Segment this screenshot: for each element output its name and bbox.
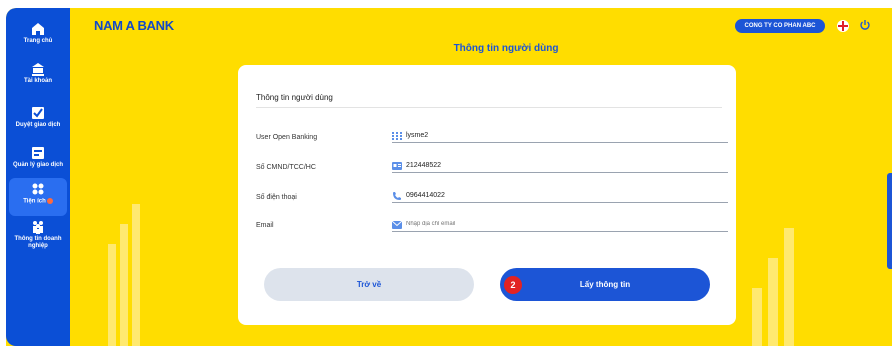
side-panel-tab[interactable] (887, 173, 892, 269)
flag-icon[interactable] (837, 20, 849, 32)
email-field[interactable] (392, 220, 728, 232)
sidebar-item-business-info[interactable]: Thông tin doanh nghiệp (9, 216, 67, 260)
back-button[interactable]: Trở về (264, 268, 474, 301)
section-title: Thông tin người dùng (256, 93, 333, 102)
bank-logo[interactable]: NAM A BANK (94, 18, 174, 33)
step-badge: 2 (504, 276, 522, 294)
decorative-bars-left (108, 204, 140, 346)
company-badge[interactable]: CONG TY CO PHAN ABC (735, 19, 825, 33)
manage-icon (32, 147, 44, 159)
sidebar-item-manage[interactable]: Quản lý giao dịch (9, 142, 67, 180)
sidebar-item-label: Tiện ích (23, 198, 46, 205)
power-icon[interactable] (859, 19, 871, 31)
check-icon (32, 107, 44, 119)
sidebar-item-label-line2: nghiệp (28, 243, 48, 249)
sidebar-item-accounts[interactable]: Tài khoản (9, 58, 67, 96)
phone-icon (393, 192, 401, 200)
notification-dot (46, 198, 53, 204)
mail-icon (392, 221, 402, 229)
user-open-banking-label: User Open Banking (256, 134, 318, 141)
home-icon (32, 23, 44, 35)
app-window: Trang chủ Tài khoản Duyệt giao dịch Quản… (6, 8, 892, 346)
id-card-icon (392, 162, 402, 170)
user-info-card: Thông tin người dùng User Open Banking l… (238, 65, 736, 325)
sidebar-item-label: Thông tin doanh (14, 236, 62, 242)
sidebar: Trang chủ Tài khoản Duyệt giao dịch Quản… (6, 8, 70, 346)
decorative-bars-right (752, 228, 794, 346)
sidebar-item-home[interactable]: Trang chủ (9, 18, 67, 56)
sidebar-item-label: Tài khoản (23, 78, 52, 84)
phone-value: 0964414022 (406, 192, 445, 199)
user-grid-icon (392, 132, 402, 140)
phone-field: 0964414022 (392, 191, 728, 203)
user-open-banking-field: lysme2 (392, 131, 728, 143)
sidebar-item-utilities[interactable]: Tiện ích (9, 178, 67, 216)
sidebar-item-label: Quản lý giao dịch (12, 162, 63, 168)
sidebar-item-approve[interactable]: Duyệt giao dịch (9, 102, 67, 140)
user-open-banking-value: lysme2 (406, 132, 429, 139)
email-label: Email (256, 222, 274, 229)
divider (256, 107, 722, 108)
phone-label: Số điện thoại (256, 194, 297, 201)
sidebar-item-label: Duyệt giao dịch (15, 122, 61, 128)
grid-icon (32, 183, 44, 195)
bank-icon (32, 63, 44, 76)
id-number-value: 212448522 (406, 162, 442, 169)
sidebar-item-label: Trang chủ (23, 38, 53, 44)
get-info-button[interactable]: Lấy thông tin (500, 268, 710, 301)
id-number-label: Số CMND/TCC/HC (256, 164, 316, 171)
id-number-field: 212448522 (392, 161, 728, 173)
people-icon (33, 221, 43, 234)
page-title: Thông tin người dùng (453, 43, 559, 54)
email-input[interactable] (406, 220, 706, 229)
